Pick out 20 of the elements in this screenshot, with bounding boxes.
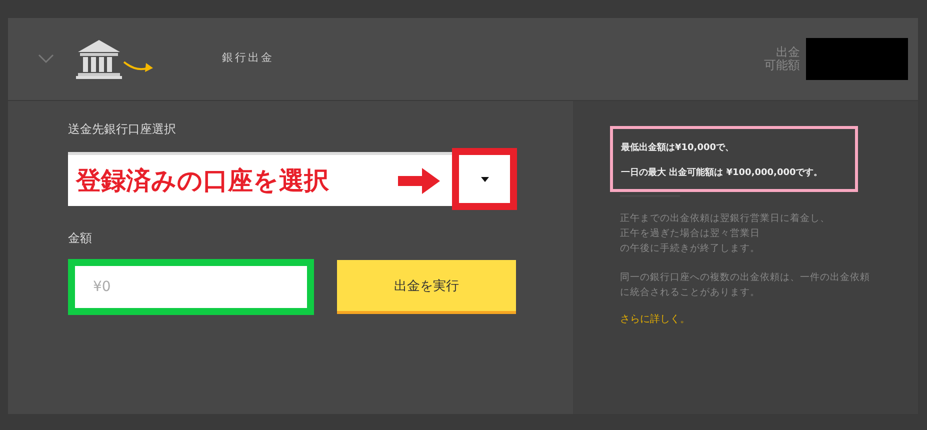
section-title: 銀行出金 <box>222 50 274 64</box>
note-text: に統合されることがあります。 <box>620 286 761 300</box>
caret-icon <box>480 176 488 182</box>
note-text: 正午を過ぎた場合は翌々営業日 <box>620 227 761 241</box>
limit-text: 一日の最大 出金可能額は ¥100,000,000です。 <box>621 166 824 179</box>
arrow-icon <box>398 168 440 194</box>
note-text: 同一の銀行口座への複数の出金依頼は、一件の出金依頼 <box>620 271 870 285</box>
balance-label: 出金 <box>776 46 800 59</box>
more-link[interactable]: さらに詳しく。 <box>620 312 690 326</box>
amount-label: 金額 <box>68 230 93 247</box>
dropdown-button[interactable] <box>452 148 517 210</box>
account-select[interactable]: 登録済みの口座を選択 <box>68 152 452 206</box>
amount-field[interactable]: ¥0 <box>68 259 314 315</box>
limit-text: 最低出金額は¥10,000で、 <box>621 141 735 154</box>
note-text: の午後に手続きが終了します。 <box>620 242 761 256</box>
note-text: 正午までの出金依頼は翌銀行営業日に着金し、 <box>620 212 830 226</box>
withdraw-button[interactable]: 出金を実行 <box>337 260 516 314</box>
account-label: 送金先銀行口座選択 <box>68 121 177 138</box>
bank-icon <box>74 38 154 80</box>
balance-label: 可能額 <box>764 59 800 72</box>
